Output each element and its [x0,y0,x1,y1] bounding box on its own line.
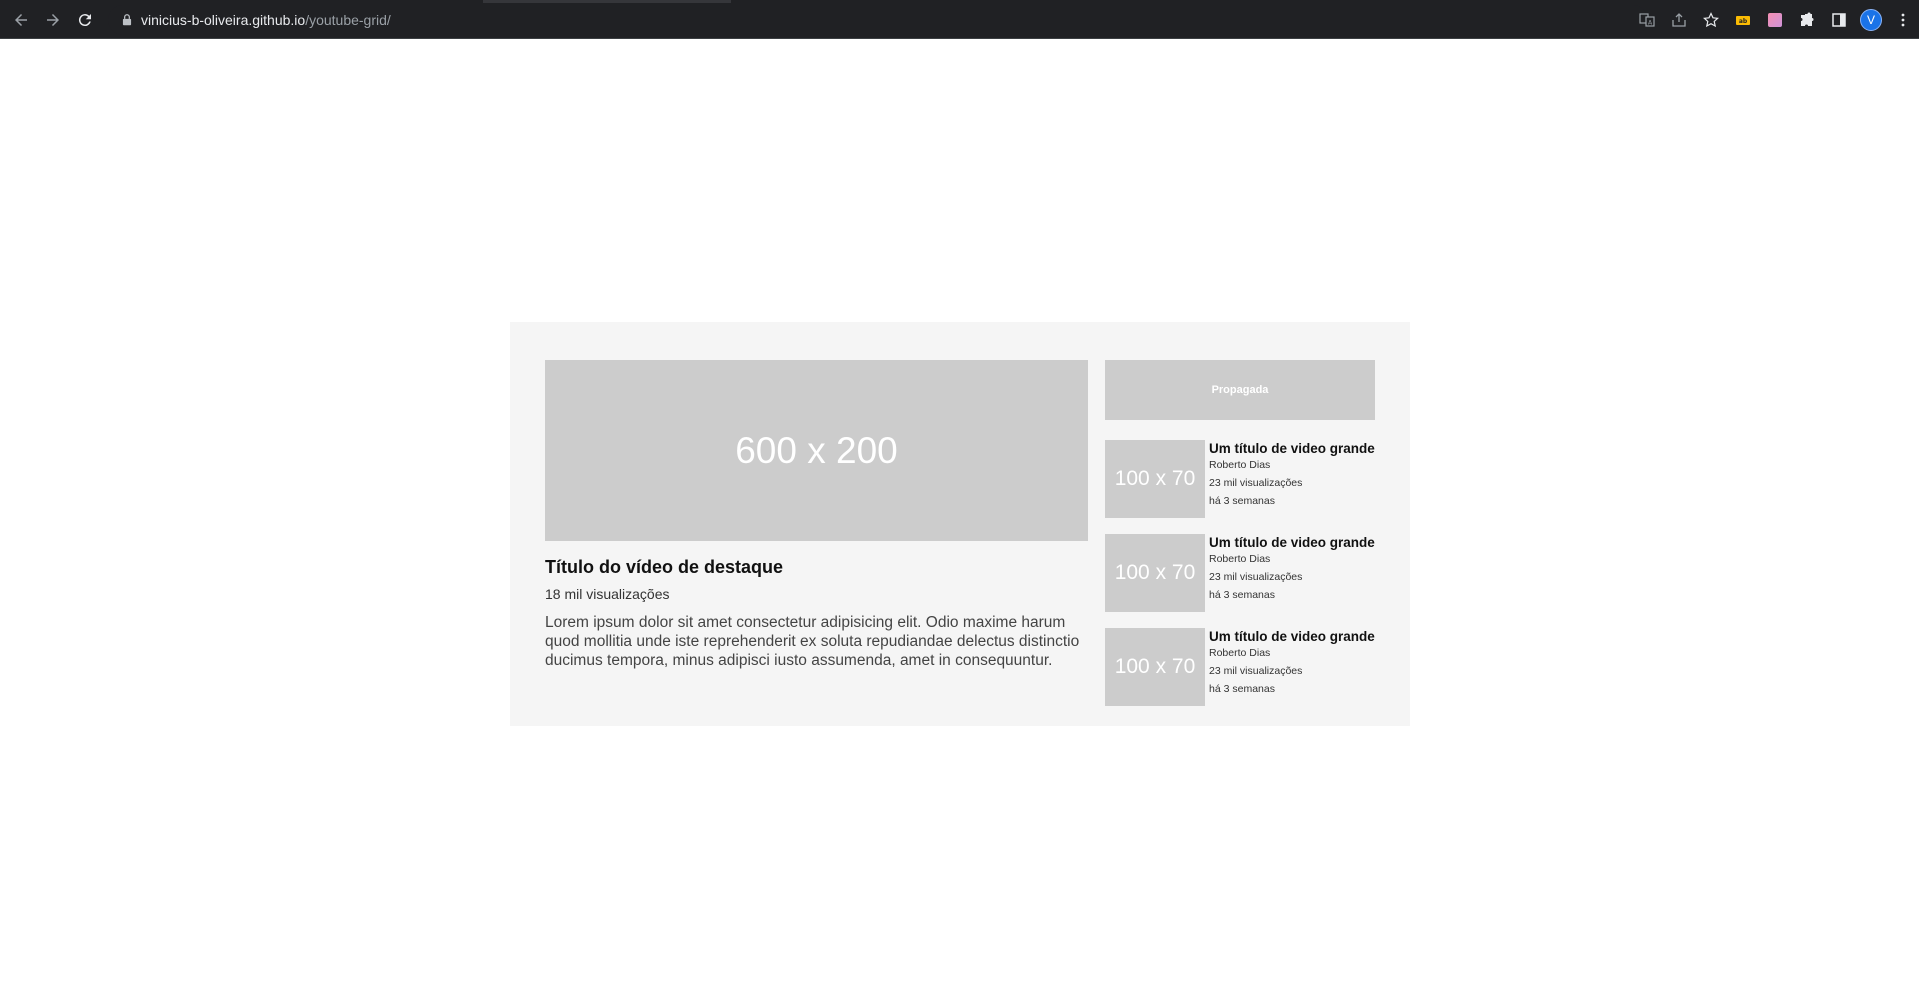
video-age: há 3 semanas [1209,589,1275,601]
sidebar-video-item[interactable]: 100 x 70 Um título de video grande Rober… [1105,440,1375,518]
video-views: 23 mil visualizações [1209,477,1303,489]
video-author: Roberto Dias [1209,459,1271,471]
svg-text:ab: ab [1739,18,1748,25]
ad-label: Propagada [1211,384,1269,396]
featured-thumbnail-label: 600 x 200 [735,429,898,471]
back-icon[interactable] [9,8,33,32]
browser-toolbar: vinicius-b-oliveira.github.io/youtube-gr… [0,0,1919,39]
video-age: há 3 semanas [1209,683,1275,695]
sidebar-video-item[interactable]: 100 x 70 Um título de video grande Rober… [1105,534,1375,612]
ad-banner[interactable]: Propagada [1105,360,1375,420]
video-title[interactable]: Um título de video grande [1209,441,1377,456]
video-thumbnail-label: 100 x 70 [1114,467,1196,490]
video-thumbnail-label: 100 x 70 [1114,561,1196,584]
url-host: vinicius-b-oliveira.github.io [141,12,306,28]
share-icon[interactable] [1663,8,1695,32]
video-views: 23 mil visualizações [1209,571,1303,583]
side-panel-icon[interactable] [1823,8,1855,32]
video-info: Um título de video grande Roberto Dias 2… [1209,440,1377,510]
kebab-menu-icon[interactable] [1887,8,1919,32]
sidebar-video-item[interactable]: 100 x 70 Um título de video grande Rober… [1105,628,1375,706]
youtube-grid-container: 600 x 200 Título do vídeo de destaque 18… [510,322,1410,726]
featured-video-description: Lorem ipsum dolor sit amet consectetur a… [545,614,1080,669]
toolbar-actions: A ab V [1631,8,1919,32]
profile-avatar[interactable]: V [1855,8,1887,32]
reload-icon[interactable] [73,8,97,32]
video-author: Roberto Dias [1209,647,1271,659]
translate-icon[interactable]: A [1631,8,1663,32]
url-text[interactable]: vinicius-b-oliveira.github.io/youtube-gr… [141,12,391,28]
video-thumbnail[interactable]: 100 x 70 [1105,534,1205,612]
video-info: Um título de video grande Roberto Dias 2… [1209,534,1377,604]
video-views: 23 mil visualizações [1209,665,1303,677]
video-thumbnail-label: 100 x 70 [1114,655,1196,678]
extension-color-icon[interactable] [1759,8,1791,32]
video-age: há 3 semanas [1209,495,1275,507]
address-bar[interactable]: vinicius-b-oliveira.github.io/youtube-gr… [108,5,1648,35]
featured-video-views: 18 mil visualizações [545,586,670,602]
video-thumbnail[interactable]: 100 x 70 [1105,440,1205,518]
extensions-puzzle-icon[interactable] [1791,8,1823,32]
video-author: Roberto Dias [1209,553,1271,565]
featured-video-thumbnail[interactable]: 600 x 200 [545,360,1088,541]
video-title[interactable]: Um título de video grande [1209,535,1377,550]
star-icon[interactable] [1695,8,1727,32]
extension-ad-icon[interactable]: ab [1727,8,1759,32]
avatar[interactable]: V [1860,9,1882,31]
forward-icon[interactable] [41,8,65,32]
featured-video-title[interactable]: Título do vídeo de destaque [545,557,1088,578]
active-tab-indicator [483,0,731,3]
lock-icon[interactable] [120,13,134,27]
url-path: /youtube-grid/ [305,12,391,28]
video-thumbnail[interactable]: 100 x 70 [1105,628,1205,706]
video-title[interactable]: Um título de video grande [1209,629,1377,644]
video-info: Um título de video grande Roberto Dias 2… [1209,628,1377,698]
